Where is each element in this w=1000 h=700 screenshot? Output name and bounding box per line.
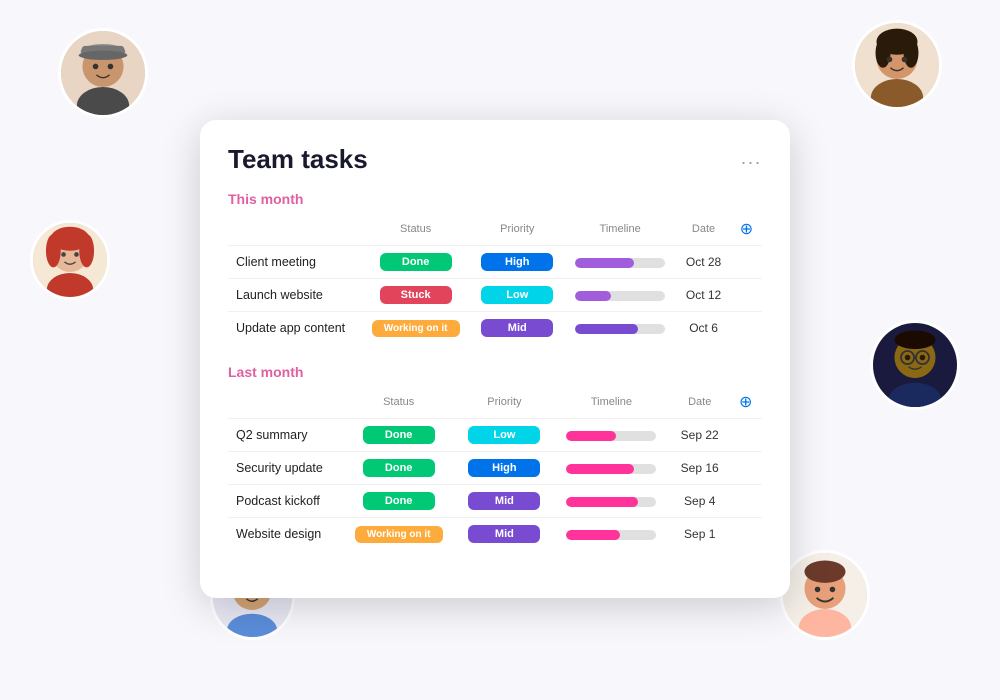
task-name: Security update <box>228 452 341 485</box>
priority-badge[interactable]: Low <box>468 426 540 444</box>
date-cell: Oct 28 <box>676 246 730 279</box>
section-last-month: Last month Status Priority Timeline Date… <box>228 364 762 550</box>
status-cell[interactable]: Working on it <box>361 312 471 345</box>
task-name: Website design <box>228 518 341 551</box>
timeline-cell <box>564 312 676 345</box>
timeline-bar-wrap <box>566 530 656 540</box>
col-timeline-1: Timeline <box>564 215 676 246</box>
status-cell[interactable]: Done <box>341 485 455 518</box>
timeline-bar <box>566 497 638 507</box>
timeline-cell <box>553 452 670 485</box>
avatar-middle-right <box>870 320 960 410</box>
last-month-table: Status Priority Timeline Date ⊕ Q2 summa… <box>228 388 762 550</box>
col-date-2: Date <box>670 388 730 419</box>
add-col-2[interactable]: ⊕ <box>730 388 762 419</box>
date-cell: Sep 4 <box>670 485 730 518</box>
priority-cell[interactable]: High <box>456 452 553 485</box>
avatar-middle-left <box>30 220 110 300</box>
status-badge[interactable]: Done <box>363 426 435 444</box>
timeline-bar-wrap <box>575 291 665 301</box>
priority-cell[interactable]: High <box>471 246 564 279</box>
status-badge[interactable]: Done <box>363 492 435 510</box>
avatar-top-right <box>852 20 942 110</box>
table-row: Q2 summary Done Low Sep 22 <box>228 419 762 452</box>
timeline-cell <box>553 419 670 452</box>
timeline-bar-wrap <box>575 324 665 334</box>
task-card: Team tasks ... This month Status Priorit… <box>200 120 790 598</box>
status-badge[interactable]: Working on it <box>372 320 460 337</box>
priority-cell[interactable]: Mid <box>471 312 564 345</box>
section-title-last-month: Last month <box>228 364 762 380</box>
task-name: Update app content <box>228 312 361 345</box>
date-cell: Sep 1 <box>670 518 730 551</box>
avatar-bottom-right <box>780 550 870 640</box>
this-month-table: Status Priority Timeline Date ⊕ Client m… <box>228 215 762 344</box>
avatar-top-left <box>58 28 148 118</box>
date-cell: Oct 6 <box>676 312 730 345</box>
timeline-bar-wrap <box>566 464 656 474</box>
task-name: Launch website <box>228 279 361 312</box>
timeline-bar-wrap <box>566 497 656 507</box>
priority-badge[interactable]: Mid <box>481 319 553 337</box>
timeline-bar <box>575 324 638 334</box>
date-cell: Sep 16 <box>670 452 730 485</box>
table-row: Launch website Stuck Low Oct 12 <box>228 279 762 312</box>
table-row: Update app content Working on it Mid Oct… <box>228 312 762 345</box>
card-menu-button[interactable]: ... <box>741 148 762 169</box>
col-priority-1: Priority <box>471 215 564 246</box>
col-date-1: Date <box>676 215 730 246</box>
timeline-bar <box>575 291 611 301</box>
table-row: Security update Done High Sep 16 <box>228 452 762 485</box>
status-cell[interactable]: Working on it <box>341 518 455 551</box>
section-this-month: This month Status Priority Timeline Date… <box>228 191 762 344</box>
status-badge[interactable]: Stuck <box>380 286 452 304</box>
timeline-bar-wrap <box>566 431 656 441</box>
status-badge[interactable]: Working on it <box>355 526 443 543</box>
timeline-bar <box>575 258 634 268</box>
timeline-cell <box>553 485 670 518</box>
timeline-cell <box>564 246 676 279</box>
col-timeline-2: Timeline <box>553 388 670 419</box>
timeline-bar <box>566 464 634 474</box>
card-header: Team tasks ... <box>228 144 762 175</box>
priority-cell[interactable]: Mid <box>456 485 553 518</box>
priority-badge[interactable]: Low <box>481 286 553 304</box>
timeline-cell <box>564 279 676 312</box>
priority-cell[interactable]: Low <box>456 419 553 452</box>
priority-cell[interactable]: Low <box>471 279 564 312</box>
priority-badge[interactable]: Mid <box>468 525 540 543</box>
status-cell[interactable]: Stuck <box>361 279 471 312</box>
status-badge[interactable]: Done <box>380 253 452 271</box>
status-cell[interactable]: Done <box>361 246 471 279</box>
timeline-cell <box>553 518 670 551</box>
col-task-2 <box>228 388 341 419</box>
date-cell: Sep 22 <box>670 419 730 452</box>
col-status-2: Status <box>341 388 455 419</box>
status-badge[interactable]: Done <box>363 459 435 477</box>
col-priority-2: Priority <box>456 388 553 419</box>
card-title: Team tasks <box>228 144 368 175</box>
add-col-1[interactable]: ⊕ <box>731 215 762 246</box>
timeline-bar <box>566 530 620 540</box>
task-name: Q2 summary <box>228 419 341 452</box>
timeline-bar-wrap <box>575 258 665 268</box>
table-row: Client meeting Done High Oct 28 <box>228 246 762 279</box>
priority-badge[interactable]: High <box>481 253 553 271</box>
priority-cell[interactable]: Mid <box>456 518 553 551</box>
section-title-this-month: This month <box>228 191 762 207</box>
col-task <box>228 215 361 246</box>
priority-badge[interactable]: High <box>468 459 540 477</box>
priority-badge[interactable]: Mid <box>468 492 540 510</box>
task-name: Podcast kickoff <box>228 485 341 518</box>
status-cell[interactable]: Done <box>341 419 455 452</box>
table-row: Website design Working on it Mid Sep 1 <box>228 518 762 551</box>
timeline-bar <box>566 431 616 441</box>
date-cell: Oct 12 <box>676 279 730 312</box>
table-row: Podcast kickoff Done Mid Sep 4 <box>228 485 762 518</box>
status-cell[interactable]: Done <box>341 452 455 485</box>
task-name: Client meeting <box>228 246 361 279</box>
col-status-1: Status <box>361 215 471 246</box>
